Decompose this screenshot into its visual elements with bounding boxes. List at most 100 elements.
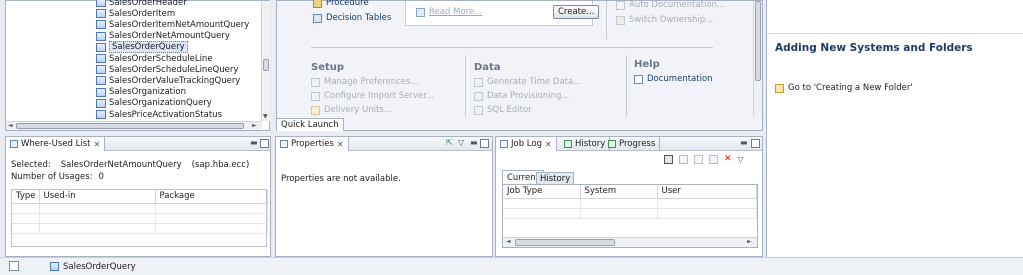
selected-row: Selected: SalesOrderNetAmountQuery (sap.… xyxy=(11,160,250,170)
column-package[interactable]: Package xyxy=(155,190,268,204)
sub-tab-history[interactable]: History xyxy=(536,172,575,184)
tree-item[interactable]: SalesOrderQuery xyxy=(96,41,188,54)
column-job-type[interactable]: Job Type xyxy=(503,185,581,199)
tree-item-label: SalesOrganizationQuery xyxy=(109,98,212,109)
fast-view-icon[interactable] xyxy=(9,261,19,271)
properties-icon xyxy=(280,140,288,148)
view-menu-icon[interactable]: ▽ xyxy=(738,155,744,164)
documentation-link[interactable]: Documentation xyxy=(634,74,713,84)
tree-item[interactable]: SalesOrderItemNetAmountQuery xyxy=(96,19,249,30)
data-divider xyxy=(465,55,466,117)
job-log-icon xyxy=(500,140,508,148)
create-object-box: Read More... Create... xyxy=(405,1,600,26)
selected-scope: (sap.hba.ecc) xyxy=(191,160,250,170)
help-divider xyxy=(626,55,627,117)
maximize-icon[interactable] xyxy=(751,139,760,148)
delete-icon[interactable]: ✕ xyxy=(724,154,732,164)
tree-item[interactable]: SalesOrderScheduleLine xyxy=(96,53,213,64)
tree-item-label: SalesOrderNetAmountQuery xyxy=(109,31,230,42)
view-menu-icon[interactable]: ▽ xyxy=(458,139,466,147)
switch-ownership-link[interactable]: Switch Ownership... xyxy=(616,15,713,25)
configure-import-server-link[interactable]: Configure Import Server... xyxy=(311,91,434,101)
tree-item-label: SalesOrderQuery xyxy=(109,41,188,54)
maximize-icon[interactable] xyxy=(480,139,489,148)
export-icon[interactable] xyxy=(664,154,673,164)
procedure-icon xyxy=(313,0,322,8)
data-provisioning-link[interactable]: Data Provisioning... xyxy=(474,91,570,101)
remove-icon[interactable] xyxy=(694,154,703,164)
data-heading: Data xyxy=(474,62,501,73)
manage-preferences-link[interactable]: Manage Preferences... xyxy=(311,77,419,87)
tab-job-log[interactable]: Job Log ✕ xyxy=(496,137,557,151)
tree-item[interactable]: SalesOrderScheduleLineQuery xyxy=(96,64,238,75)
info-icon xyxy=(416,7,425,17)
close-icon[interactable]: ✕ xyxy=(93,140,100,149)
minimize-icon[interactable]: ▬ xyxy=(470,139,478,147)
table-icon xyxy=(96,31,106,41)
tree-vertical-scrollbar[interactable]: ▼ xyxy=(261,1,270,121)
generate-time-data-link[interactable]: Generate Time Data... xyxy=(474,77,581,87)
sql-editor-link[interactable]: SQL Editor xyxy=(474,105,532,115)
status-bar: SalesOrderQuery xyxy=(0,257,1023,275)
usages-row: Number of Usages: 0 xyxy=(11,172,104,182)
document-icon xyxy=(616,0,625,10)
quick-launch-pane: Procedure Decision Tables Read More... C… xyxy=(276,0,763,131)
tree-horizontal-scrollbar[interactable]: ◄ ► xyxy=(6,121,262,130)
history-icon xyxy=(564,140,572,148)
tree-item[interactable]: SalesOrganization xyxy=(96,87,186,98)
minimize-icon[interactable]: ▬ xyxy=(250,139,258,147)
create-button[interactable]: Create... xyxy=(553,5,600,19)
tab-history[interactable]: History xyxy=(560,137,611,151)
tree-item-label: SalesPriceActivationStatus xyxy=(109,109,222,120)
decision-tables-link[interactable]: Decision Tables xyxy=(313,13,391,23)
column-user[interactable]: User xyxy=(657,185,757,199)
tab-where-used[interactable]: Where-Used List ✕ xyxy=(6,137,106,151)
arrow-link-icon xyxy=(775,83,784,93)
sql-icon xyxy=(474,105,483,115)
column-used-in[interactable]: Used-in xyxy=(39,190,156,204)
read-more-link[interactable]: Read More... xyxy=(416,7,482,17)
tree-item[interactable]: SalesOrganizationQuery xyxy=(96,98,212,109)
help-panel-title: Adding New Systems and Folders xyxy=(775,42,973,54)
delivery-units-link[interactable]: Delivery Units... xyxy=(311,105,392,115)
tree-item[interactable]: SalesPriceActivationStatus xyxy=(96,109,222,120)
documentation-icon xyxy=(634,74,643,84)
help-panel-separator xyxy=(767,33,1023,34)
column-system[interactable]: System xyxy=(580,185,658,199)
tree-item-label: SalesOrderScheduleLine xyxy=(109,53,213,64)
job-log-pane: Job Log ✕ History Progress ▬ ✕ ▽ Current… xyxy=(495,136,763,257)
tree-item[interactable]: SalesOrderItem xyxy=(96,8,175,19)
tree-item[interactable]: SalesOrderValueTrackingQuery xyxy=(96,75,240,86)
close-icon[interactable]: ✕ xyxy=(337,140,344,149)
properties-message: Properties are not available. xyxy=(281,174,401,184)
quick-launch-scrollbar[interactable] xyxy=(753,1,762,117)
close-icon[interactable]: ✕ xyxy=(545,140,552,149)
tab-quick-launch[interactable]: Quick Launch xyxy=(277,118,344,131)
job-table-scrollbar[interactable]: ◄ ► xyxy=(503,237,757,247)
table-icon xyxy=(96,65,106,75)
properties-pane: Properties ✕ ⇱ ▽ ▬ Properties are not av… xyxy=(275,136,493,257)
tree-item[interactable]: SalesOrderNetAmountQuery xyxy=(96,31,230,42)
where-used-icon xyxy=(10,140,18,148)
auto-documentation-link[interactable]: Auto Documentation... xyxy=(616,0,725,10)
creating-new-folder-link[interactable]: Go to 'Creating a New Folder' xyxy=(775,83,913,93)
table-icon xyxy=(96,42,106,52)
details-icon[interactable] xyxy=(679,154,688,164)
calendar-icon xyxy=(474,77,483,87)
selected-object: SalesOrderNetAmountQuery xyxy=(60,160,182,170)
preferences-icon xyxy=(311,77,320,87)
table-icon xyxy=(96,98,106,108)
remove-all-icon[interactable] xyxy=(709,154,718,164)
usages-count: 0 xyxy=(98,172,104,182)
tree-item-label: SalesOrderHeader xyxy=(109,0,187,8)
tab-progress[interactable]: Progress xyxy=(604,137,661,151)
tree-item-label: SalesOrderScheduleLineQuery xyxy=(109,64,239,75)
pin-icon[interactable]: ⇱ xyxy=(446,139,454,147)
minimize-icon[interactable]: ▬ xyxy=(740,139,748,147)
tree-item-label: SalesOrderValueTrackingQuery xyxy=(109,75,241,86)
procedure-link[interactable]: Procedure xyxy=(313,0,369,8)
column-type[interactable]: Type xyxy=(12,190,40,204)
tree-item[interactable]: SalesOrderHeader xyxy=(96,0,187,8)
maximize-icon[interactable] xyxy=(260,139,269,148)
tab-properties[interactable]: Properties ✕ xyxy=(276,137,349,151)
